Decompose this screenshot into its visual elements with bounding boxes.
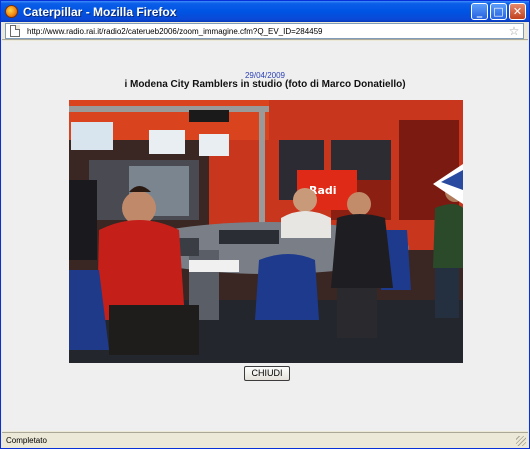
bookmark-star-icon[interactable]: ☆ bbox=[508, 24, 520, 38]
resize-grip-icon[interactable] bbox=[516, 436, 526, 446]
status-text: Completato bbox=[6, 436, 47, 445]
url-text[interactable]: http://www.radio.rai.it/radio2/caterueb2… bbox=[27, 27, 508, 36]
photo-caption: i Modena City Ramblers in studio (foto d… bbox=[124, 79, 406, 90]
photo-image: Radi bbox=[69, 100, 463, 363]
title-bar[interactable]: Caterpillar - Mozilla Firefox _ □ ✕ bbox=[1, 1, 529, 22]
firefox-icon bbox=[5, 5, 18, 18]
close-window-button[interactable]: ✕ bbox=[509, 3, 526, 20]
window-controls: _ □ ✕ bbox=[471, 3, 526, 20]
window-title: Caterpillar - Mozilla Firefox bbox=[23, 4, 177, 19]
studio-photo: Radi bbox=[69, 100, 463, 363]
browser-window: Caterpillar - Mozilla Firefox _ □ ✕ http… bbox=[0, 0, 530, 449]
url-field[interactable]: http://www.radio.rai.it/radio2/caterueb2… bbox=[5, 23, 524, 39]
page-icon bbox=[10, 25, 20, 37]
page-content: 29/04/2009 i Modena City Ramblers in stu… bbox=[2, 41, 528, 431]
maximize-button[interactable]: □ bbox=[490, 3, 507, 20]
address-bar: http://www.radio.rai.it/radio2/caterueb2… bbox=[2, 22, 528, 40]
close-button[interactable]: CHIUDI bbox=[244, 366, 290, 381]
status-bar: Completato bbox=[2, 432, 528, 448]
minimize-button[interactable]: _ bbox=[471, 3, 488, 20]
